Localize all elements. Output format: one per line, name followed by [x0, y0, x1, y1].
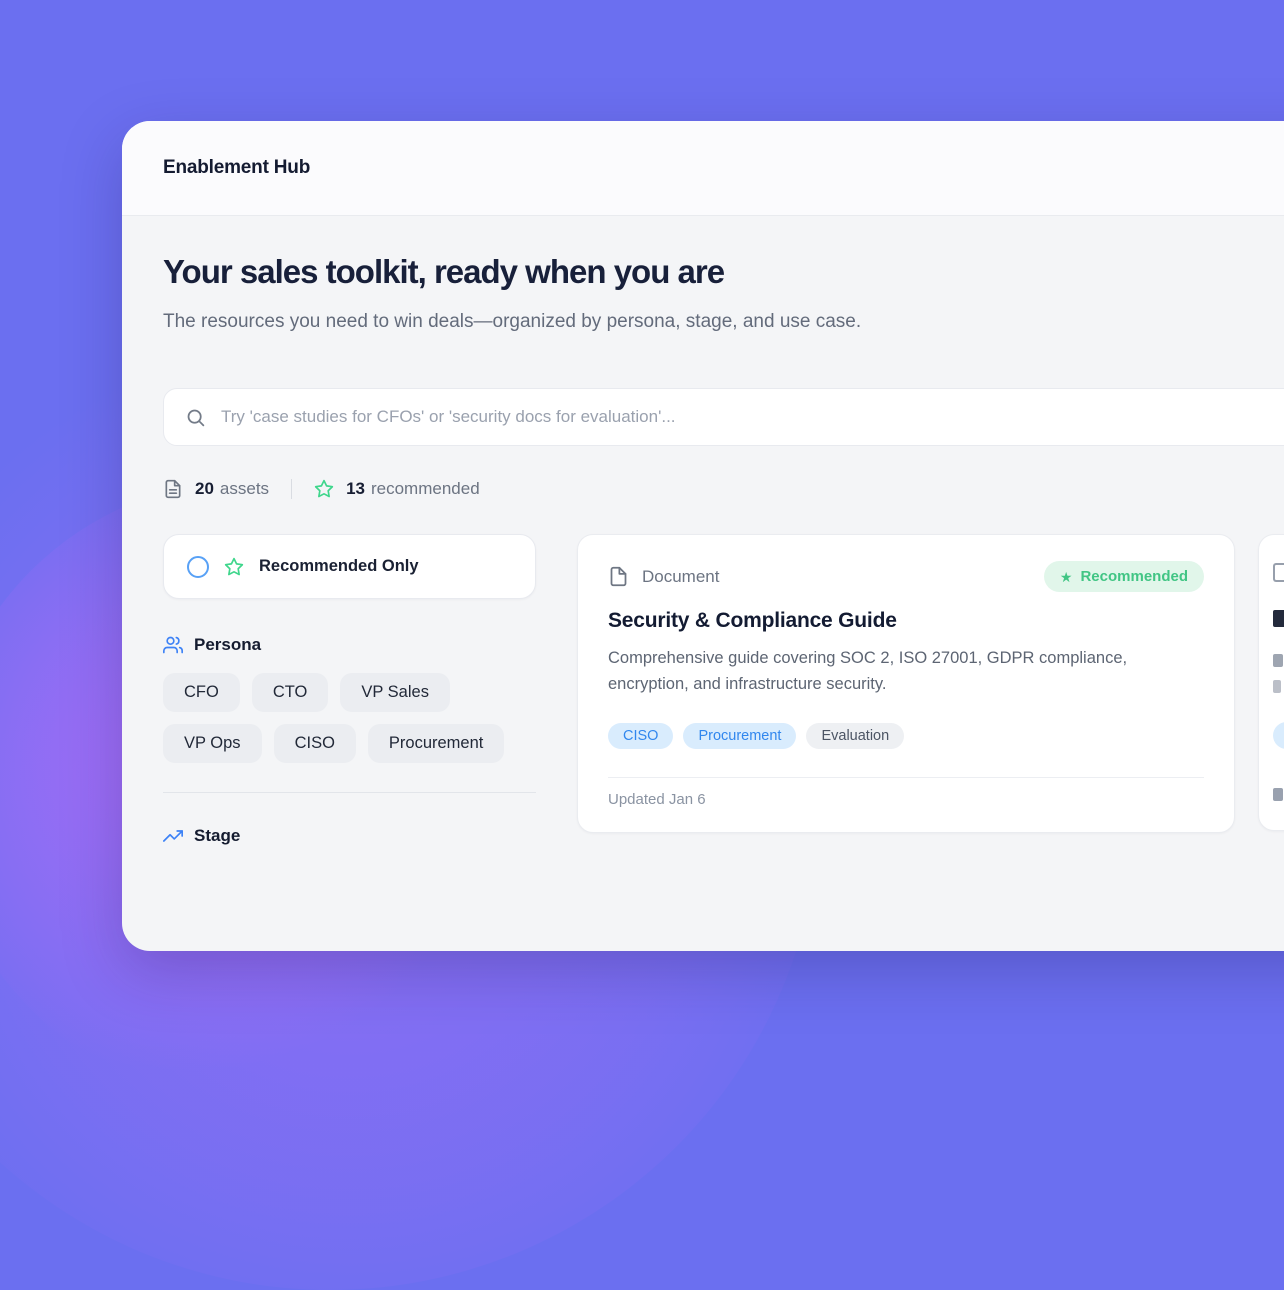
assets-count: 20	[195, 479, 214, 499]
file-text-icon	[163, 479, 183, 499]
panel-header: Enablement Hub	[122, 121, 1284, 216]
persona-label: Persona	[194, 635, 261, 655]
recommended-count: 13	[346, 479, 365, 499]
persona-chip-procurement[interactable]: Procurement	[368, 724, 504, 763]
card-updated-text: Updated Jan 6	[608, 778, 1204, 832]
persona-chip-vp-ops[interactable]: VP Ops	[163, 724, 262, 763]
persona-chip-cfo[interactable]: CFO	[163, 673, 240, 712]
filter-sidebar: Recommended Only Persona CFO	[163, 534, 536, 846]
tag-fragment	[1273, 722, 1284, 749]
recommended-only-label: Recommended Only	[259, 557, 419, 576]
assets-label: assets	[220, 479, 269, 499]
card-tags: CISO Procurement Evaluation	[608, 723, 1204, 749]
tag-procurement[interactable]: Procurement	[683, 723, 796, 749]
persona-chips: CFO CTO VP Sales VP Ops CISO Procurement	[163, 673, 536, 763]
card-description-fragment	[1273, 680, 1281, 693]
card-type-label: Document	[642, 567, 719, 587]
app-title: Enablement Hub	[163, 157, 310, 179]
page-title: Your sales toolkit, ready when you are	[163, 253, 1284, 291]
persona-chip-vp-sales[interactable]: VP Sales	[340, 673, 450, 712]
star-icon	[314, 479, 334, 499]
search-icon	[185, 407, 206, 428]
panel-body: Your sales toolkit, ready when you are T…	[122, 253, 1284, 846]
star-filled-icon: ★	[1060, 570, 1073, 584]
card-type: Document	[608, 566, 719, 587]
radio-circle-icon[interactable]	[187, 556, 209, 578]
asset-card-partial[interactable]	[1258, 534, 1284, 831]
persona-chip-ciso[interactable]: CISO	[274, 724, 356, 763]
recommended-label: recommended	[371, 479, 480, 499]
users-icon	[163, 635, 183, 655]
persona-section-heading: Persona	[163, 635, 536, 655]
asset-card-security-compliance[interactable]: Document ★ Recommended Security & Compli…	[577, 534, 1235, 833]
search-bar[interactable]	[163, 388, 1284, 446]
card-description: Comprehensive guide covering SOC 2, ISO …	[608, 645, 1204, 697]
stage-section-heading: Stage	[163, 826, 536, 846]
tag-ciso[interactable]: CISO	[608, 723, 673, 749]
trending-up-icon	[163, 826, 183, 846]
recommended-badge: ★ Recommended	[1044, 561, 1204, 592]
file-icon	[608, 566, 629, 587]
content-columns: Recommended Only Persona CFO	[163, 534, 1284, 846]
asset-cards-area: Document ★ Recommended Security & Compli…	[577, 534, 1284, 833]
enablement-hub-panel: Enablement Hub Your sales toolkit, ready…	[122, 121, 1284, 951]
file-icon	[1273, 563, 1284, 582]
card-title[interactable]: Security & Compliance Guide	[608, 609, 1204, 633]
star-icon	[224, 557, 244, 577]
recommended-only-toggle[interactable]: Recommended Only	[163, 534, 536, 599]
card-description-fragment	[1273, 654, 1283, 667]
persona-chip-cto[interactable]: CTO	[252, 673, 329, 712]
tag-evaluation[interactable]: Evaluation	[806, 723, 904, 749]
search-input[interactable]	[221, 407, 1284, 427]
stats-divider	[291, 479, 292, 499]
card-title-fragment	[1273, 610, 1284, 627]
stats-row: 20 assets 13 recommended	[163, 479, 1284, 499]
page-subtitle: The resources you need to win deals—orga…	[163, 304, 993, 340]
sidebar-divider	[163, 792, 536, 793]
recommended-badge-label: Recommended	[1080, 568, 1188, 585]
stage-label: Stage	[194, 826, 240, 846]
card-updated-fragment	[1273, 788, 1283, 801]
card-top-row: Document ★ Recommended	[608, 561, 1204, 592]
